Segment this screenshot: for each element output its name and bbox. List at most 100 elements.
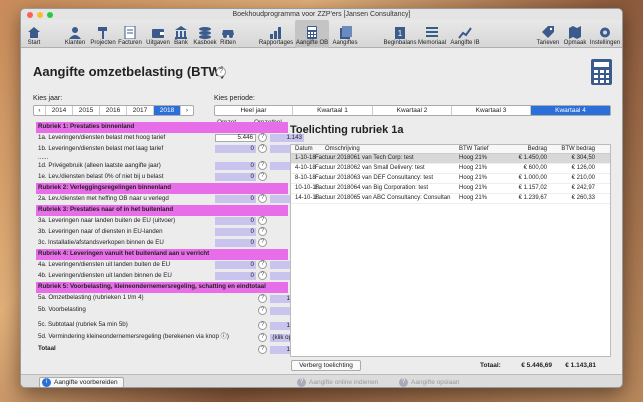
toolbar-start[interactable]: Start	[23, 20, 45, 48]
omzet-field[interactable]: 5.446	[215, 134, 256, 142]
help-button[interactable]: ?	[258, 260, 267, 269]
rubriek-label: 4b. Leveringen/diensten uit landen binne…	[38, 272, 172, 279]
rubriek-row: 1e. Lev./diensten belast 0% of niet bij …	[36, 172, 288, 183]
toolbar-memoriaal[interactable]: Memoriaal	[417, 20, 447, 48]
help-button[interactable]: ?	[258, 133, 267, 142]
omzet-field[interactable]: 0	[215, 261, 256, 269]
help-button[interactable]: ?	[258, 144, 267, 153]
period-option[interactable]: Kwartaal 2	[373, 106, 452, 115]
year-next-button[interactable]: ›	[181, 106, 193, 115]
toolbar-beginbalans[interactable]: 1 Beginbalans	[383, 20, 417, 48]
toolbar-instellingen[interactable]: Instellingen	[589, 20, 621, 48]
help-button[interactable]: ?	[258, 294, 267, 303]
rubriek-header: Rubriek 4: Leveringen vanuit het buitenl…	[36, 249, 288, 260]
year-option[interactable]: 2015	[73, 106, 100, 115]
toolbar-ritten[interactable]: Ritten	[219, 20, 237, 48]
chart-icon	[268, 25, 284, 39]
save-button[interactable]: ? Aangifte opslaan	[399, 377, 459, 387]
help-button[interactable]: ?	[258, 161, 267, 170]
header-omschrijving[interactable]: Omschrijving	[325, 145, 360, 154]
rubriek-label: Rubriek 2: Verleggingsregelingen binnenl…	[38, 184, 172, 191]
table-row[interactable]: 8-10-18 Factuur 2018063 van DEF Consultan…	[291, 174, 610, 184]
close-button[interactable]	[27, 12, 33, 18]
toolbar-rapportages[interactable]: Rapportages	[259, 20, 293, 48]
help-button[interactable]: ?	[258, 238, 267, 247]
omzet-field[interactable]: 0	[215, 195, 256, 203]
help-button[interactable]: ?	[258, 345, 267, 354]
toolbar-facturen[interactable]: Facturen	[117, 20, 143, 48]
period-option[interactable]: Heel jaar	[215, 106, 293, 115]
omzet-field[interactable]: 0	[215, 145, 256, 153]
period-label: Kies periode:	[214, 95, 255, 102]
bottom-bar: i Aangifte voorbereiden ? Aangifte onlin…	[21, 374, 622, 387]
toolbar-projecten[interactable]: Projecten	[89, 20, 117, 48]
toolbar-kasboek[interactable]: Kasboek	[193, 20, 217, 48]
toolbar-aangifte-ob[interactable]: Aangifte OB	[295, 20, 329, 48]
cell-btw: € 260,33	[571, 195, 595, 201]
period-option-selected[interactable]: Kwartaal 4	[531, 106, 610, 115]
year-option[interactable]: 2016	[100, 106, 127, 115]
toolbar-aangifte-ib[interactable]: Aangifte IB	[449, 20, 481, 48]
toolbar-bank[interactable]: Bank	[171, 20, 191, 48]
rubriek-header: Rubriek 2: Verleggingsregelingen binnenl…	[36, 183, 288, 194]
header-datum[interactable]: Datum	[295, 145, 313, 154]
omzet-field[interactable]: 0	[215, 239, 256, 247]
table-row[interactable]: 10-10-18 Factuur 2018064 van Big Corporat…	[291, 184, 610, 194]
table-row[interactable]: 14-10-18 Factuur 2018065 van ABC Consulta…	[291, 194, 610, 204]
rubriek-row: 3a. Leveringen naar landen buiten de EU …	[36, 216, 288, 227]
table-row[interactable]: 4-10-18 Factuur 2018062 van Small Deliver…	[291, 164, 610, 174]
help-button[interactable]: ?	[258, 321, 267, 330]
toelichting-panel: Toelichting rubriek 1a Datum Omschrijvin…	[290, 122, 611, 373]
main-content: Aangifte omzetbelasting (BTW) ? Kies jaa…	[21, 49, 622, 387]
zoom-button[interactable]	[47, 12, 53, 18]
person-icon	[67, 25, 83, 39]
rubriek-row: 3b. Leveringen naar of diensten in EU-la…	[36, 227, 288, 238]
period-option[interactable]: Kwartaal 3	[452, 106, 531, 115]
header-bedrag[interactable]: Bedrag	[517, 145, 547, 154]
help-button[interactable]: ?	[258, 333, 267, 342]
hide-toelichting-button[interactable]: Verberg toelichting	[291, 360, 361, 371]
help-button[interactable]: ?	[258, 216, 267, 225]
rubriek-header: Rubriek 5: Voorbelasting, kleineondernem…	[36, 282, 288, 293]
main-toolbar: Start Klanten Projecten Facturen Uitgave…	[21, 20, 622, 48]
rubriek-label: 5b. Voorbelasting	[38, 306, 86, 313]
submit-online-button[interactable]: ? Aangifte online indienen	[297, 377, 378, 387]
help-button[interactable]: ?	[258, 227, 267, 236]
help-button[interactable]: ?	[216, 67, 226, 77]
year-option[interactable]: 2017	[127, 106, 154, 115]
help-button[interactable]: ?	[258, 172, 267, 181]
rubriek-row: 2a. Lev./diensten met heffing OB naar u …	[36, 194, 304, 205]
omzet-field[interactable]: 0	[215, 228, 256, 236]
cell-btw: € 304,50	[571, 155, 595, 161]
help-button[interactable]: ?	[258, 271, 267, 280]
period-option[interactable]: Kwartaal 1	[293, 106, 373, 115]
prepare-button[interactable]: i Aangifte voorbereiden	[39, 377, 124, 387]
toolbar-klanten[interactable]: Klanten	[63, 20, 87, 48]
table-row[interactable]: 1-10-18 Factuur 2018061 van Tech Corp: te…	[291, 154, 610, 164]
header-btw[interactable]: BTW bedrag	[553, 145, 595, 154]
info-icon: i	[42, 378, 51, 387]
header-tarief[interactable]: BTW Tarief	[459, 145, 489, 154]
toolbar-tarieven[interactable]: Tarieven	[535, 20, 561, 48]
help-button[interactable]: ?	[258, 194, 267, 203]
cell-datum: 4-10-18	[295, 165, 316, 171]
minimize-button[interactable]	[37, 12, 43, 18]
toolbar-aangiftes[interactable]: Aangiftes	[331, 20, 359, 48]
rubriek-label: 3a. Leveringen naar landen buiten de EU …	[38, 217, 176, 224]
year-prev-button[interactable]: ‹	[34, 106, 46, 115]
cell-omschrijving: Factuur 2018065 van ABC Consultancy: Con…	[315, 195, 451, 201]
toolbar-opmaak[interactable]: Opmaak	[563, 20, 587, 48]
rubriek-label: 5a. Omzetbelasting (rubrieken 1 t/m 4)	[38, 294, 144, 301]
omzet-field[interactable]: 0	[215, 272, 256, 280]
cell-omschrijving: Factuur 2018061 van Tech Corp: test	[315, 155, 414, 161]
cell-datum: 1-10-18	[295, 155, 316, 161]
omzet-field[interactable]: 0	[215, 173, 256, 181]
toolbar-uitgaven[interactable]: Uitgaven	[145, 20, 171, 48]
omzet-field[interactable]: 0	[215, 217, 256, 225]
help-button[interactable]: ?	[258, 306, 267, 315]
cell-bedrag: € 600,00	[523, 165, 547, 171]
year-option[interactable]: 2014	[46, 106, 73, 115]
year-option-selected[interactable]: 2018	[154, 106, 181, 115]
omzet-field[interactable]: 0	[215, 162, 256, 170]
svg-text:1: 1	[398, 29, 403, 38]
